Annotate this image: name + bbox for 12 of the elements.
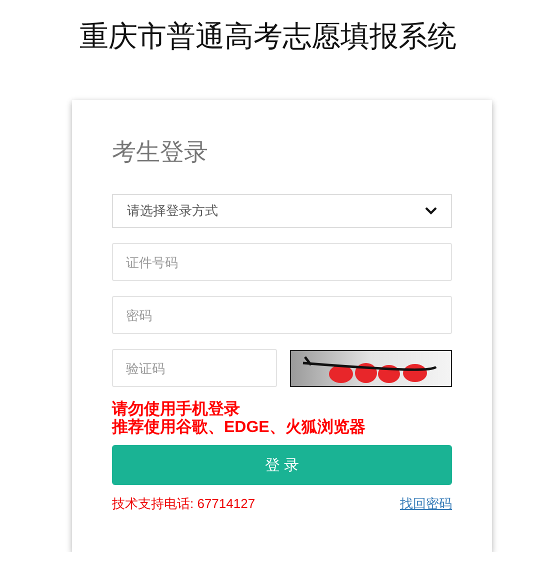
password-field[interactable]: 密码 <box>112 296 452 334</box>
id-number-field[interactable]: 证件号码 <box>112 243 452 281</box>
login-method-select[interactable]: 请选择登录方式 <box>112 194 452 228</box>
page-title: 重庆市普通高考志愿填报系统 <box>80 20 456 55</box>
notice-text: 推荐使用谷歌、EDGE、火狐浏览器 <box>112 419 366 437</box>
notice-text: 请勿使用手机登录 <box>112 401 240 418</box>
chevron-icon <box>425 207 437 215</box>
login-button[interactable]: 登 录 <box>112 445 452 485</box>
login-heading: 考生登录 <box>112 138 208 168</box>
captcha-field[interactable]: 验证码 <box>112 349 277 387</box>
forgot-password-link[interactable]: 找回密码 <box>400 496 452 512</box>
support-phone-text: 技术支持电话: 67714127 <box>112 496 256 512</box>
